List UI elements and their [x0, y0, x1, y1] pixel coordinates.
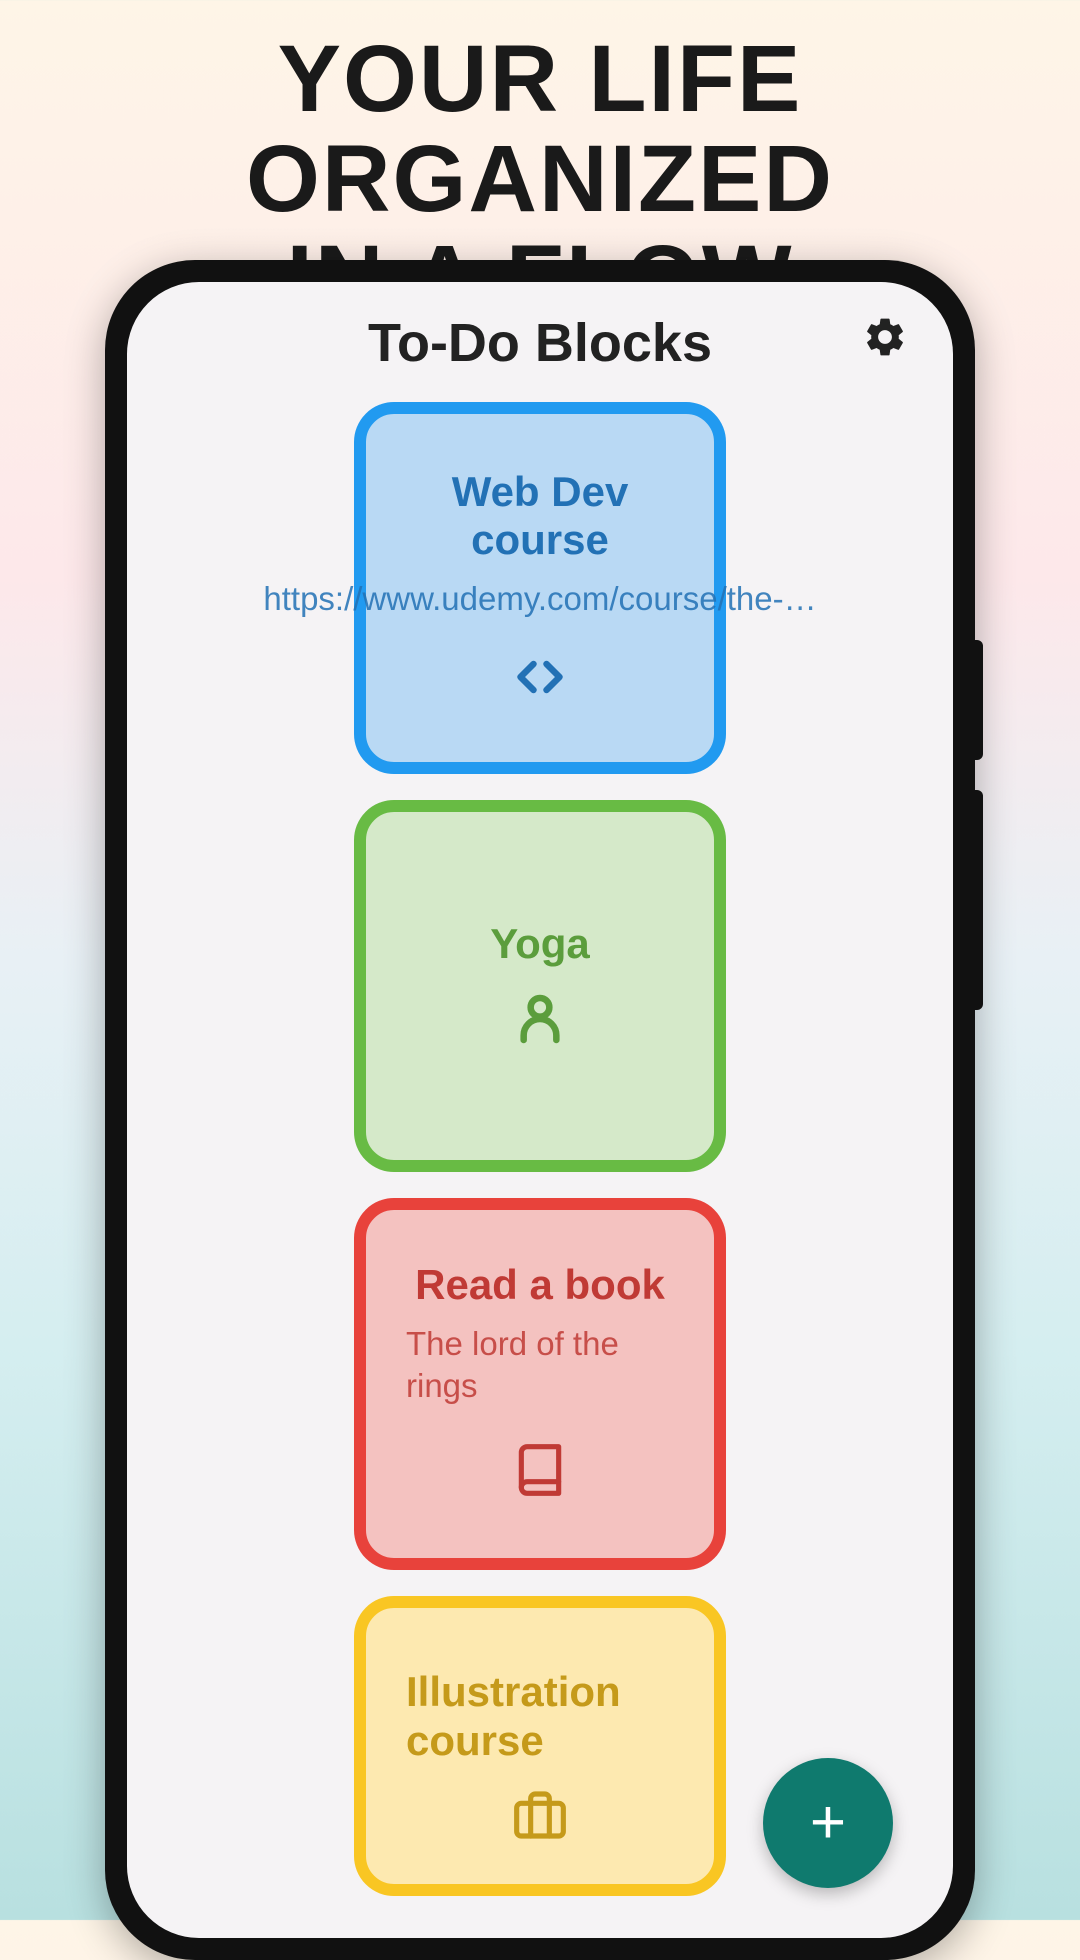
- phone-screen: To-Do Blocks Web Dev course https://www.…: [127, 282, 953, 1938]
- block-subtitle: https://www.udemy.com/course/the-…: [263, 578, 816, 619]
- app-title: To-Do Blocks: [368, 312, 712, 374]
- app-header: To-Do Blocks: [127, 282, 953, 394]
- settings-button[interactable]: [862, 314, 908, 365]
- add-task-button[interactable]: +: [763, 1758, 893, 1888]
- code-icon: [507, 651, 573, 708]
- briefcase-icon: [510, 1787, 570, 1848]
- todo-block-illustration[interactable]: Illustration course: [354, 1596, 726, 1896]
- todo-block-readbook[interactable]: Read a book The lord of the rings: [354, 1198, 726, 1570]
- phone-volume-button: [975, 790, 983, 1010]
- plus-icon: +: [810, 1792, 846, 1854]
- phone-frame: To-Do Blocks Web Dev course https://www.…: [105, 260, 975, 1960]
- block-title: Read a book: [415, 1261, 665, 1309]
- phone-power-button: [975, 640, 983, 760]
- todo-block-webdev[interactable]: Web Dev course https://www.udemy.com/cou…: [354, 402, 726, 774]
- block-subtitle: The lord of the rings: [394, 1323, 686, 1406]
- block-title: Web Dev course: [394, 468, 686, 565]
- gear-icon: [862, 314, 908, 360]
- blocks-list: Web Dev course https://www.udemy.com/cou…: [127, 394, 953, 1896]
- todo-block-yoga[interactable]: Yoga: [354, 800, 726, 1172]
- person-icon: [512, 991, 568, 1052]
- block-title: Yoga: [490, 920, 590, 968]
- block-title: Illustration course: [394, 1668, 686, 1765]
- book-icon: [512, 1438, 568, 1507]
- promo-headline-line1: YOUR LiFE ORGANiZED: [0, 30, 1080, 230]
